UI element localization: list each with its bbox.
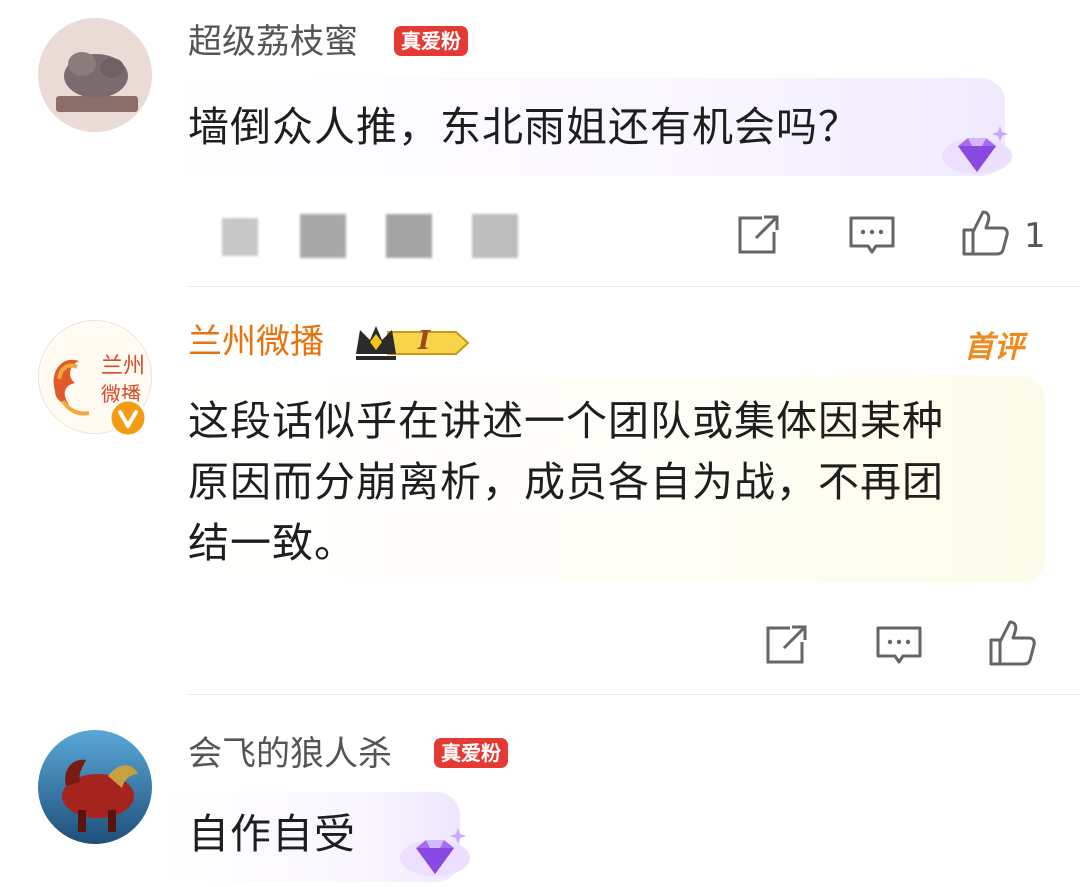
comment-text: 墙倒众人推，东北雨姐还有机会吗？ bbox=[188, 103, 860, 151]
first-comment-label: 首评 bbox=[964, 330, 1024, 365]
verified-icon bbox=[108, 398, 148, 438]
fan-badge: 真爱粉 bbox=[394, 26, 468, 56]
username[interactable]: 兰州微播 bbox=[188, 322, 324, 362]
like-count: 1 bbox=[1024, 216, 1046, 256]
level-badge: I bbox=[352, 322, 472, 364]
divider bbox=[188, 694, 1080, 695]
avatar[interactable] bbox=[38, 730, 152, 844]
fan-badge: 真爱粉 bbox=[434, 738, 508, 768]
redacted-meta bbox=[300, 214, 346, 258]
redacted-meta bbox=[222, 218, 258, 256]
avatar-image bbox=[38, 730, 152, 844]
share-icon[interactable] bbox=[758, 618, 812, 672]
like-icon[interactable] bbox=[958, 206, 1012, 260]
comment-text: 自作自受 bbox=[188, 810, 356, 858]
redacted-meta bbox=[386, 214, 432, 258]
like-icon[interactable] bbox=[985, 616, 1039, 670]
avatar[interactable] bbox=[38, 18, 152, 132]
diamond-badge-icon bbox=[942, 126, 1012, 174]
username[interactable]: 超级荔枝蜜 bbox=[188, 22, 358, 62]
level-text: I bbox=[418, 326, 431, 356]
comment-text-line: 原因而分崩离析，成员各自为战，不再团 bbox=[188, 458, 944, 506]
share-icon[interactable] bbox=[730, 208, 784, 262]
divider bbox=[188, 286, 1080, 287]
crown-icon bbox=[356, 326, 470, 360]
comment-text-line: 这段话似乎在讲述一个团队或集体因某种 bbox=[188, 397, 944, 445]
comment-icon[interactable] bbox=[845, 208, 899, 262]
comment-text-line: 结一致。 bbox=[188, 519, 356, 567]
redacted-meta bbox=[472, 214, 518, 258]
username[interactable]: 会飞的狼人杀 bbox=[188, 734, 392, 774]
diamond-badge-icon bbox=[400, 828, 470, 876]
avatar-image bbox=[38, 18, 152, 132]
avatar-glyph: 兰州 bbox=[101, 354, 145, 379]
comment-icon[interactable] bbox=[872, 618, 926, 672]
